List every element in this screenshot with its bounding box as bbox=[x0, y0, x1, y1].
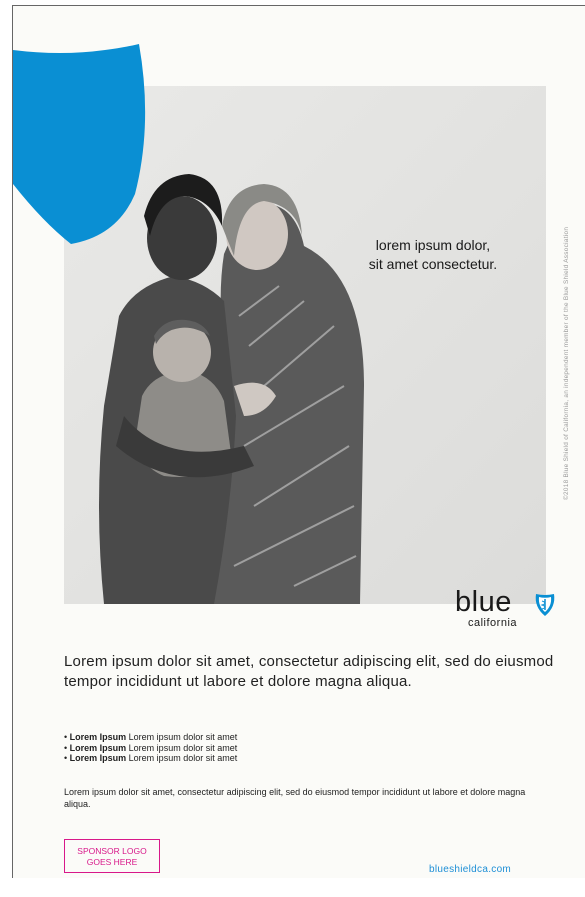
brand-shield-shape bbox=[13, 44, 146, 244]
bullet-list: • Lorem Ipsum Lorem ipsum dolor sit amet… bbox=[64, 732, 544, 764]
logo-subtitle: california bbox=[468, 617, 518, 629]
bullet-bold: Lorem Ipsum bbox=[69, 742, 127, 753]
blue-california-logo: blue california bbox=[455, 586, 565, 630]
body-paragraph: Lorem ipsum dolor sit amet, consectetur … bbox=[64, 787, 526, 809]
bullet-text: Lorem ipsum dolor sit amet bbox=[126, 753, 238, 763]
bullet-bold: Lorem Ipsum bbox=[69, 732, 127, 742]
bullet-text: Lorem ipsum dolor sit amet bbox=[126, 742, 238, 753]
logo-wordmark: blue bbox=[455, 586, 512, 618]
list-item: • Lorem Ipsum Lorem ipsum dolor sit amet bbox=[64, 732, 238, 742]
list-item: • Lorem Ipsum Lorem ipsum dolor sit amet bbox=[64, 753, 238, 763]
flyer-page: lorem ipsum dolor, sit amet consectetur.… bbox=[12, 5, 585, 878]
blue-shield-caduceus-icon bbox=[535, 594, 555, 616]
bullet-text: Lorem ipsum dolor sit amet bbox=[126, 732, 238, 742]
bullet-bold: Lorem Ipsum bbox=[69, 753, 127, 763]
legal-text: ©2018 Blue Shield of California, an inde… bbox=[563, 226, 570, 500]
sponsor-logo-placeholder: SPONSOR LOGO GOES HERE bbox=[64, 839, 160, 873]
list-item: • Lorem Ipsum Lorem ipsum dolor sit amet bbox=[64, 742, 238, 753]
website-link[interactable]: blueshieldca.com bbox=[429, 864, 511, 875]
legal-notice: ©2018 Blue Shield of California, an inde… bbox=[563, 86, 579, 500]
headline: lorem ipsum dolor, sit amet consectetur. bbox=[368, 237, 498, 272]
intro-paragraph: Lorem ipsum dolor sit amet, consectetur … bbox=[64, 653, 554, 690]
